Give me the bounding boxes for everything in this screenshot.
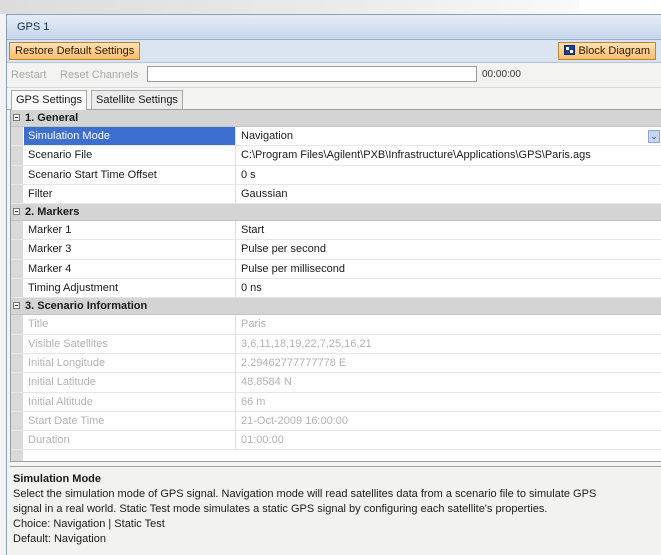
property-name: Start Date Time xyxy=(24,411,236,431)
block-diagram-icon xyxy=(564,45,576,55)
property-grid: 1. General Simulation Mode Navigation ⌄ S… xyxy=(10,109,661,462)
top-background xyxy=(0,0,661,14)
restore-default-settings-button[interactable]: Restore Default Settings xyxy=(9,42,141,60)
property-row-scenario-file[interactable]: Scenario File C:\Program Files\Agilent\P… xyxy=(11,146,661,166)
section-title: 1. General xyxy=(25,112,79,124)
property-name: Filter xyxy=(24,184,236,204)
section-title: 2. Markers xyxy=(25,206,80,219)
property-value: 3,6,11,18,19,22,7,25,16,21 xyxy=(241,337,372,350)
section-general-header[interactable]: 1. General xyxy=(11,110,661,127)
property-name: Duration xyxy=(24,431,236,450)
chevron-down-icon[interactable]: ⌄ xyxy=(648,130,660,143)
simulation-mode-select[interactable]: Navigation ⌄ xyxy=(237,127,661,145)
property-name: Marker 1 xyxy=(24,221,236,240)
property-row-start-time-offset[interactable]: Scenario Start Time Offset 0 s xyxy=(11,165,661,185)
property-value: 48.8584 N xyxy=(241,376,292,389)
property-row-simulation-mode[interactable]: Simulation Mode Navigation ⌄ xyxy=(11,127,661,147)
help-line: signal in a real world. Static Test mode… xyxy=(13,503,548,515)
property-name: Timing Adjustment xyxy=(24,279,236,298)
window-title: GPS 1 xyxy=(17,21,50,33)
section-markers-header[interactable]: 2. Markers xyxy=(11,204,661,222)
property-value[interactable]: Pulse per second xyxy=(237,240,661,258)
property-value[interactable]: Pulse per millisecond xyxy=(237,260,661,278)
property-value: 01:00:00 xyxy=(241,434,284,447)
background-tab-edge xyxy=(579,0,651,14)
property-value[interactable]: 0 ns xyxy=(237,279,661,297)
property-value[interactable]: 0 s xyxy=(237,166,661,184)
property-value: Navigation xyxy=(241,130,293,142)
property-name: Initial Latitude xyxy=(24,373,236,392)
property-name: Simulation Mode xyxy=(24,127,236,146)
property-value: 2.29462777777778 E xyxy=(241,356,347,369)
property-value: Paris xyxy=(241,318,267,331)
block-diagram-label: Block Diagram xyxy=(578,45,650,57)
property-name: Scenario Start Time Offset xyxy=(24,165,236,184)
property-row-initial-latitude: Initial Latitude 48.8584 N xyxy=(11,373,661,393)
restart-button[interactable]: Restart xyxy=(11,69,46,81)
run-controls: Restart Reset Channels 00:00:00 xyxy=(7,63,661,88)
section-scenario-header[interactable]: 3. Scenario Information xyxy=(11,298,661,316)
property-name: Initial Altitude xyxy=(24,392,236,411)
property-name: Marker 4 xyxy=(24,259,236,279)
property-row-initial-altitude: Initial Altitude 66 m xyxy=(11,392,661,412)
help-title: Simulation Mode xyxy=(13,473,101,485)
property-row-duration: Duration 01:00:00 xyxy=(11,431,661,451)
window-titlebar: GPS 1 xyxy=(7,15,661,40)
progress-bar xyxy=(147,66,477,82)
help-line: Choice: Navigation | Static Test xyxy=(13,518,165,530)
elapsed-time: 00:00:00 xyxy=(482,69,521,80)
property-value[interactable]: C:\Program Files\Agilent\PXB\Infrastruct… xyxy=(237,146,661,164)
toolbar: Restore Default Settings Block Diagram xyxy=(7,40,661,63)
property-row-marker-1[interactable]: Marker 1 Start xyxy=(11,221,661,241)
property-value: 21-Oct-2009 16:00:00 xyxy=(241,414,349,427)
help-line: Default: Navigation xyxy=(13,533,106,545)
tab-satellite-settings[interactable]: Satellite Settings xyxy=(91,90,183,109)
property-row-marker-4[interactable]: Marker 4 Pulse per millisecond xyxy=(11,259,661,280)
property-row-initial-longitude: Initial Longitude 2.29462777777778 E xyxy=(11,353,661,374)
property-name: Scenario File xyxy=(24,146,236,165)
section-title: 3. Scenario Information xyxy=(25,300,148,313)
minus-box-icon[interactable] xyxy=(13,114,20,121)
property-name: Visible Satellites xyxy=(24,334,236,353)
tab-gps-settings[interactable]: GPS Settings xyxy=(11,90,88,110)
property-row-marker-3[interactable]: Marker 3 Pulse per second xyxy=(11,240,661,260)
property-value[interactable]: Gaussian xyxy=(237,185,661,203)
help-line: Select the simulation mode of GPS signal… xyxy=(13,488,597,500)
property-name: Title xyxy=(24,315,236,334)
property-value[interactable]: Start xyxy=(237,221,661,239)
minus-box-icon[interactable] xyxy=(13,302,20,310)
property-row-title: Title Paris xyxy=(11,315,661,335)
property-name: Initial Longitude xyxy=(24,353,236,373)
property-row-timing-adjustment[interactable]: Timing Adjustment 0 ns xyxy=(11,279,661,299)
reset-channels-button[interactable]: Reset Channels xyxy=(60,69,138,81)
property-row-filter[interactable]: Filter Gaussian xyxy=(11,184,661,205)
gps-window: GPS 1 Restore Default Settings Block Dia… xyxy=(6,14,661,555)
block-diagram-button[interactable]: Block Diagram xyxy=(558,42,656,60)
property-name: Marker 3 xyxy=(24,240,236,259)
minus-box-icon[interactable] xyxy=(13,208,20,216)
settings-tabs: GPS Settings Satellite Settings xyxy=(7,88,661,110)
property-row-start-date-time: Start Date Time 21-Oct-2009 16:00:00 xyxy=(11,411,661,432)
help-panel: Simulation Mode Select the simulation mo… xyxy=(10,466,661,555)
property-value: 66 m xyxy=(241,395,266,408)
property-row-visible-satellites: Visible Satellites 3,6,11,18,19,22,7,25,… xyxy=(11,334,661,354)
